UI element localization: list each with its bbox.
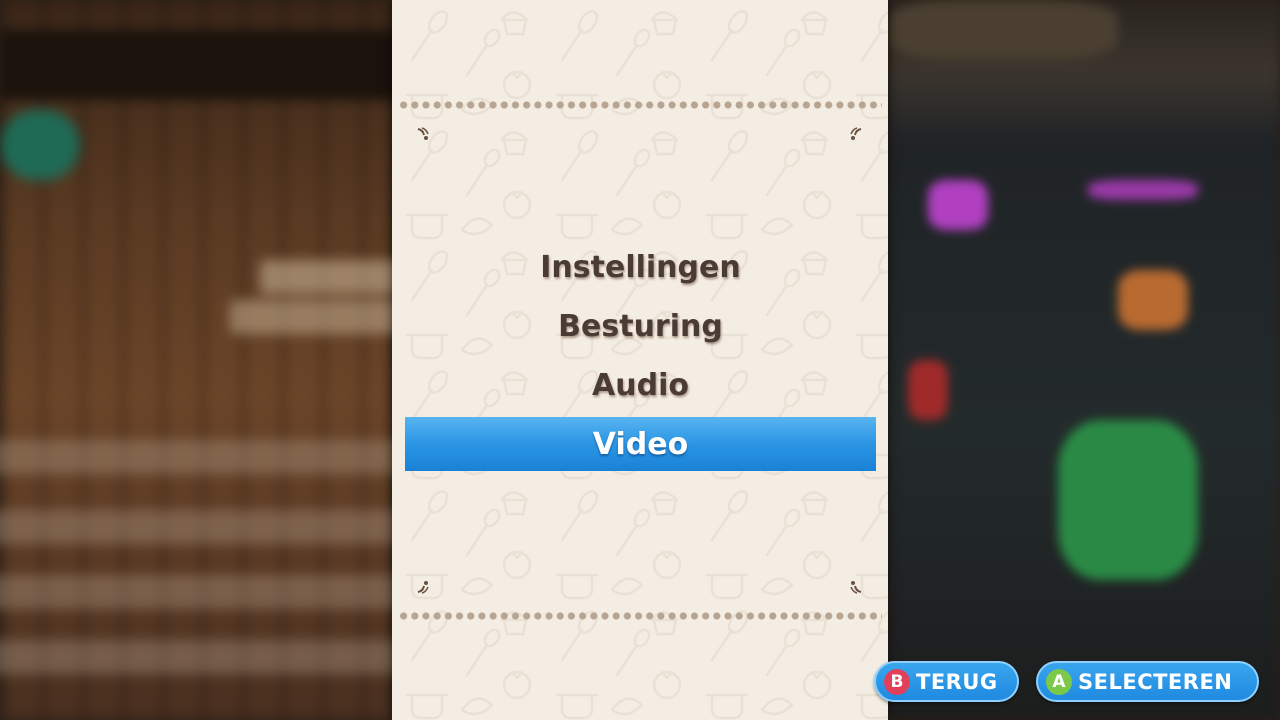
menu-item-instellingen[interactable]: Instellingen (405, 240, 876, 294)
background-scene-left (0, 0, 430, 720)
select-hint-button[interactable]: A SELECTEREN (1036, 661, 1259, 702)
background-scene-right (888, 0, 1280, 720)
menu-item-video[interactable]: Video (405, 417, 876, 471)
menu-item-besturing[interactable]: Besturing (405, 299, 876, 353)
back-hint-button[interactable]: B TERUG (874, 661, 1019, 702)
a-button-icon: A (1046, 668, 1072, 695)
back-hint-label: TERUG (916, 669, 998, 694)
top-dotted-divider (398, 101, 882, 109)
menu-item-audio[interactable]: Audio (405, 358, 876, 412)
corner-flourish-icon (850, 581, 862, 594)
select-hint-label: SELECTEREN (1078, 669, 1233, 694)
bottom-dotted-divider (398, 612, 882, 620)
options-menu: Instellingen Besturing Audio Video (405, 240, 876, 476)
b-button-icon: B (884, 668, 910, 695)
menu-panel: Instellingen Besturing Audio Video (392, 0, 888, 720)
corner-flourish-icon (850, 127, 862, 140)
pause-menu-screen: Instellingen Besturing Audio Video B TER… (0, 0, 1280, 720)
corner-flourish-icon (417, 127, 429, 140)
corner-flourish-icon (417, 581, 429, 594)
